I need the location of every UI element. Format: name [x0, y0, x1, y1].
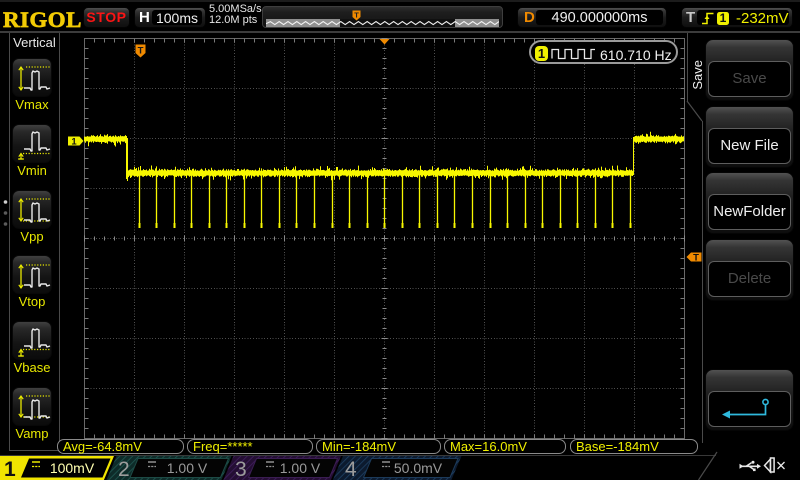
- svg-text:50.0mV: 50.0mV: [394, 460, 443, 476]
- svg-text:T: T: [693, 253, 699, 263]
- svg-text:4: 4: [345, 458, 357, 480]
- svg-text:3: 3: [235, 458, 247, 480]
- svg-text:1: 1: [4, 458, 16, 480]
- svg-text:2: 2: [118, 458, 130, 480]
- svg-text:100mV: 100mV: [50, 460, 95, 476]
- svg-text:1.00 V: 1.00 V: [280, 460, 321, 476]
- svg-text:T: T: [137, 45, 143, 56]
- svg-text:1: 1: [71, 137, 77, 147]
- svg-text:T: T: [354, 11, 359, 20]
- svg-text:1.00 V: 1.00 V: [167, 460, 208, 476]
